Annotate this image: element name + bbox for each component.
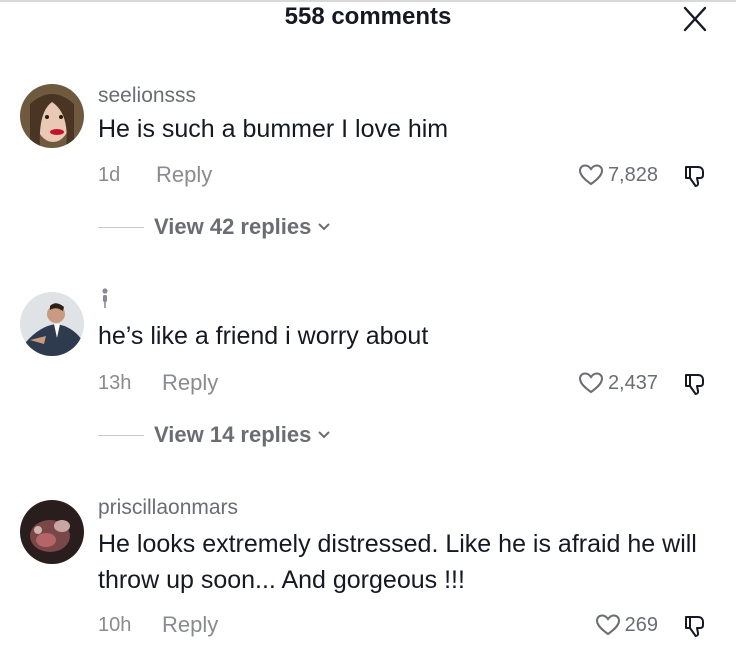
reply-button[interactable]: Reply — [162, 612, 218, 638]
dislike-button[interactable] — [682, 371, 708, 397]
like-button[interactable]: 7,828 — [578, 163, 658, 187]
reply-button[interactable]: Reply — [156, 162, 212, 188]
person-glyph-icon — [102, 288, 108, 308]
comment-username[interactable]: priscillaonmars — [98, 496, 238, 520]
dislike-button[interactable] — [682, 163, 708, 189]
view-replies-button[interactable]: View 42 replies — [98, 214, 331, 240]
comment-username-icon[interactable] — [98, 287, 112, 315]
view-replies-label: View 42 replies — [154, 214, 312, 239]
heart-icon — [595, 614, 620, 636]
view-replies-divider — [98, 434, 144, 436]
like-button[interactable]: 269 — [595, 613, 658, 637]
like-button[interactable]: 2,437 — [578, 371, 658, 395]
top-divider — [0, 0, 736, 2]
dislike-icon — [685, 374, 704, 395]
chevron-down-icon — [318, 431, 331, 439]
view-replies-label: View 14 replies — [154, 422, 312, 447]
close-icon — [683, 6, 707, 32]
comment-time: 1d — [98, 164, 121, 186]
chevron-down-icon — [318, 223, 331, 231]
comment-username[interactable]: seelionsss — [98, 84, 196, 108]
view-replies-divider — [98, 226, 144, 228]
dislike-icon — [685, 616, 704, 637]
comment-text: he’s like a friend i worry about — [98, 322, 429, 350]
comment-text: He looks extremely distressed. Like he i… — [98, 530, 697, 594]
reply-button[interactable]: Reply — [162, 370, 218, 396]
avatar[interactable] — [20, 84, 84, 148]
comment-text: He is such a bummer I love him — [98, 115, 449, 143]
view-replies-button[interactable]: View 14 replies — [98, 422, 331, 448]
like-count: 269 — [624, 613, 658, 636]
heart-icon — [578, 372, 603, 394]
dislike-button[interactable] — [682, 613, 708, 639]
close-button[interactable] — [680, 5, 710, 33]
like-count: 2,437 — [607, 371, 658, 394]
comments-count-title: 558 comments — [284, 3, 452, 30]
comment-time: 13h — [98, 372, 132, 394]
avatar[interactable] — [20, 292, 84, 356]
avatar[interactable] — [20, 500, 84, 564]
dislike-icon — [685, 166, 704, 187]
comment-time: 10h — [98, 614, 132, 636]
heart-icon — [578, 164, 603, 186]
like-count: 7,828 — [607, 163, 658, 186]
